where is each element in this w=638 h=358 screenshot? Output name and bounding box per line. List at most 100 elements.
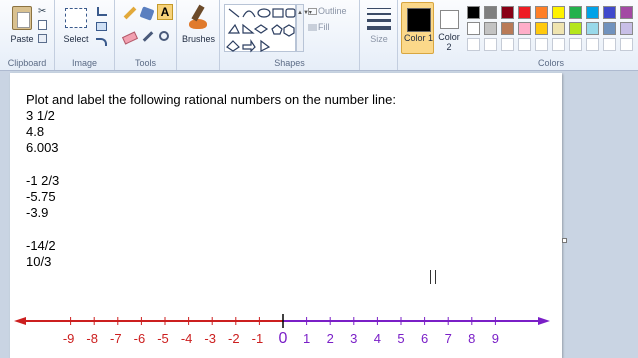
- custom-color-slot[interactable]: [467, 38, 480, 51]
- eraser-icon[interactable]: [121, 31, 139, 45]
- tick-label: -4: [181, 331, 193, 346]
- fill-dropdown[interactable]: Fill: [318, 22, 330, 32]
- custom-color-slot[interactable]: [484, 38, 497, 51]
- custom-color-slot[interactable]: [620, 38, 633, 51]
- size-button-label[interactable]: Size: [360, 34, 398, 44]
- color-swatch[interactable]: [467, 22, 480, 35]
- fill-icon[interactable]: [308, 24, 317, 31]
- text-cursor-icon: [430, 270, 436, 284]
- color2-swatch: [440, 10, 459, 29]
- fill-bucket-icon[interactable]: [139, 6, 155, 21]
- ribbon: Paste ✂ Clipboard Select Image A Tools B…: [0, 0, 638, 71]
- color-swatch[interactable]: [518, 6, 531, 19]
- color-swatch[interactable]: [501, 22, 514, 35]
- shapes-group-label: Shapes: [274, 58, 305, 68]
- color-swatch[interactable]: [484, 6, 497, 19]
- tick-label: -2: [228, 331, 240, 346]
- clipboard-group-label: Clipboard: [7, 58, 47, 68]
- number-line: -9 -8 -7 -6 -5 -4 -3 -2 -1 1 2 3 4 5 6 7 8 9 0: [14, 314, 550, 347]
- tick-label: 6: [421, 331, 428, 346]
- color-swatch[interactable]: [586, 22, 599, 35]
- image-group: Select Image: [55, 0, 115, 70]
- outline-dropdown[interactable]: Outline: [318, 6, 347, 16]
- color-swatch[interactable]: [535, 22, 548, 35]
- zero-label: 0: [279, 330, 288, 347]
- crop-icon[interactable]: [97, 7, 107, 16]
- size-group: Size: [360, 0, 398, 70]
- colors-group-label: Colors: [537, 58, 564, 68]
- shapes-group: ▲▼▾ Outline Fill Shapes: [220, 0, 360, 70]
- custom-color-slot[interactable]: [518, 38, 531, 51]
- tick-label: -1: [252, 331, 264, 346]
- paste-icon[interactable]: [12, 6, 32, 30]
- tick-label: -7: [110, 331, 122, 346]
- custom-color-slot[interactable]: [552, 38, 565, 51]
- color-swatch[interactable]: [620, 6, 633, 19]
- rotate-icon[interactable]: [96, 38, 107, 46]
- select-icon[interactable]: [65, 8, 87, 28]
- color-swatch[interactable]: [467, 6, 480, 19]
- tick-label: -8: [86, 331, 98, 346]
- color-swatch[interactable]: [569, 6, 582, 19]
- custom-color-slot[interactable]: [603, 38, 616, 51]
- brushes-button-label[interactable]: Brushes: [177, 34, 220, 44]
- clipboard-group: Paste ✂ Clipboard: [0, 0, 55, 70]
- custom-color-slot[interactable]: [535, 38, 548, 51]
- tick-label: 8: [468, 331, 475, 346]
- paste-button-label[interactable]: Paste: [4, 34, 40, 44]
- cut-icon[interactable]: ✂: [38, 6, 48, 17]
- color-swatch[interactable]: [501, 6, 514, 19]
- colors-group: Colors: [464, 0, 638, 70]
- drawing-canvas[interactable]: Plot and label the following rational nu…: [10, 73, 562, 358]
- outline-icon[interactable]: [308, 8, 317, 15]
- color-swatch[interactable]: [586, 6, 599, 19]
- brush-icon[interactable]: [187, 4, 209, 31]
- tick-label: -9: [63, 331, 75, 346]
- color-swatch[interactable]: [484, 22, 497, 35]
- color-swatch[interactable]: [552, 22, 565, 35]
- color2-label: Color 2: [438, 32, 460, 52]
- tools-group: A Tools: [115, 0, 177, 70]
- color2-button[interactable]: Color 2: [436, 2, 462, 54]
- color1-button[interactable]: Color 1: [401, 2, 434, 54]
- tick-label: 7: [445, 331, 452, 346]
- color-swatch[interactable]: [603, 22, 616, 35]
- resize-icon[interactable]: [96, 22, 107, 31]
- shapes-gallery[interactable]: [224, 4, 296, 53]
- color1-swatch: [407, 8, 431, 32]
- text-tool-icon[interactable]: A: [157, 4, 173, 20]
- color-swatch[interactable]: [620, 22, 633, 35]
- tick-label: 4: [374, 331, 381, 346]
- color-swatch[interactable]: [552, 6, 565, 19]
- brushes-group: Brushes: [177, 0, 220, 70]
- custom-color-slot[interactable]: [586, 38, 599, 51]
- left-arrow-icon: [14, 317, 26, 325]
- image-group-label: Image: [71, 58, 97, 68]
- tick-label: 9: [492, 331, 499, 346]
- tick-label: -6: [134, 331, 146, 346]
- tick-label: 2: [327, 331, 334, 346]
- color-swatch[interactable]: [569, 22, 582, 35]
- color-picker-icon[interactable]: [142, 31, 154, 42]
- tick-label: 5: [397, 331, 404, 346]
- pencil-icon[interactable]: [123, 6, 137, 20]
- tick-label: -5: [157, 331, 169, 346]
- color-swatch[interactable]: [518, 22, 531, 35]
- size-icon[interactable]: [367, 8, 391, 30]
- color-swatch[interactable]: [603, 6, 616, 19]
- color-swatch[interactable]: [535, 6, 548, 19]
- tick-label: -3: [204, 331, 216, 346]
- magnifier-icon[interactable]: [159, 31, 169, 41]
- paste-special-icon[interactable]: [38, 34, 47, 43]
- shapes-scroll[interactable]: ▲▼▾: [296, 4, 312, 52]
- color1-label: Color 1: [403, 33, 433, 43]
- custom-color-slot[interactable]: [501, 38, 514, 51]
- tools-group-label: Tools: [134, 58, 156, 68]
- tick-label: 1: [303, 331, 310, 346]
- select-button-label[interactable]: Select: [59, 34, 93, 44]
- custom-color-slot[interactable]: [569, 38, 582, 51]
- tick-label: 3: [350, 331, 357, 346]
- copy-icon[interactable]: [38, 20, 47, 30]
- resize-handle[interactable]: [562, 238, 567, 243]
- right-arrow-icon: [538, 317, 550, 325]
